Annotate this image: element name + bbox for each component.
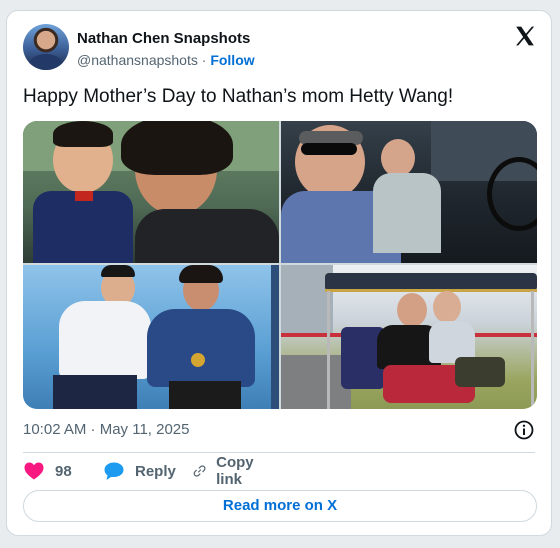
roof-trim — [325, 289, 537, 292]
nathan-face-tuktuk — [433, 291, 461, 323]
divider — [23, 452, 535, 453]
driver-face — [381, 139, 415, 177]
sunglasses — [301, 143, 357, 155]
read-more-button[interactable]: Read more on X — [23, 490, 537, 522]
tweet-text: Happy Mother’s Day to Nathan’s mom Hetty… — [23, 86, 454, 107]
handle-separator: · — [201, 52, 207, 68]
like-button[interactable]: 98 — [23, 460, 72, 482]
x-logo-icon[interactable] — [513, 24, 537, 48]
copy-link-label: Copy link — [216, 454, 254, 488]
info-icon[interactable] — [513, 419, 535, 441]
gold-medal — [191, 353, 205, 367]
hetty-hair — [179, 265, 223, 283]
nathan-jacket — [59, 301, 151, 379]
tuktuk-pole-right — [531, 291, 534, 409]
follow-button[interactable]: Follow — [210, 52, 254, 68]
mother-sweater — [135, 209, 279, 263]
child-hair — [53, 121, 113, 147]
nathan-pants — [53, 375, 137, 409]
like-count: 98 — [55, 462, 72, 480]
heart-icon — [24, 462, 44, 480]
photo-car[interactable] — [281, 121, 537, 263]
photo-tuktuk[interactable] — [281, 265, 537, 409]
avatar[interactable] — [23, 24, 69, 70]
tweet-card: Nathan Chen Snapshots @nathansnapshots ·… — [6, 10, 552, 536]
hetty-pants — [169, 381, 241, 409]
camo-pants — [455, 357, 505, 387]
author-name[interactable]: Nathan Chen Snapshots — [77, 30, 250, 48]
hetty-top — [147, 309, 255, 387]
tweet-timestamp[interactable]: 10:02 AM · May 11, 2025 — [23, 421, 190, 439]
steering-wheel — [487, 157, 537, 231]
nathan-hair — [101, 265, 135, 277]
avatar-shoulders — [29, 54, 63, 70]
author-handle-line: @nathansnapshots · Follow — [77, 51, 255, 69]
driver-jacket — [373, 173, 441, 253]
mother-hair — [121, 121, 233, 175]
hetty-face-tuktuk — [397, 293, 427, 327]
reply-label: Reply — [135, 462, 176, 480]
child-sweater — [33, 191, 133, 263]
media-grid — [23, 121, 537, 409]
photo-medal[interactable] — [23, 265, 279, 409]
copy-link-button[interactable]: Copy link — [193, 454, 261, 488]
reply-button[interactable]: Reply — [103, 460, 176, 482]
author-handle[interactable]: @nathansnapshots — [77, 52, 198, 68]
tuktuk-pole-left — [327, 291, 330, 409]
speech-bubble-icon — [104, 462, 124, 480]
photo-childhood[interactable] — [23, 121, 279, 263]
rink-edge — [271, 265, 279, 409]
child-bowtie — [75, 191, 93, 201]
link-icon — [193, 465, 206, 477]
